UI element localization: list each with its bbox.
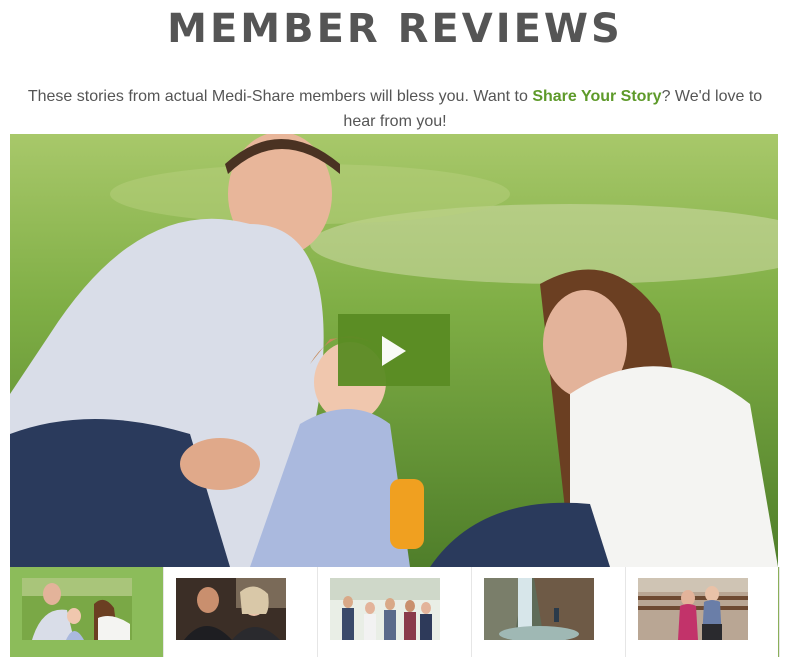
intro-text: These stories from actual Medi-Share mem… <box>20 84 770 134</box>
thumbnail-4[interactable] <box>472 567 626 657</box>
video-player[interactable] <box>10 134 778 567</box>
thumbnail-3[interactable] <box>318 567 472 657</box>
thumbnail-4-image <box>484 578 594 640</box>
video-thumbnail-strip <box>10 567 780 657</box>
play-button[interactable] <box>338 314 450 386</box>
thumbnail-1[interactable] <box>10 567 164 657</box>
thumbnail-2-image <box>176 578 286 640</box>
intro-text-before: These stories from actual Medi-Share mem… <box>27 88 533 105</box>
thumbnail-2[interactable] <box>164 567 318 657</box>
play-icon <box>382 336 406 366</box>
thumbnail-3-image <box>330 578 440 640</box>
thumbnail-5[interactable] <box>626 567 780 657</box>
thumbnail-1-image <box>22 578 132 640</box>
page-title: MEMBER REVIEWS <box>167 6 623 52</box>
share-your-story-link[interactable]: Share Your Story <box>532 88 661 105</box>
thumbnail-5-image <box>638 578 748 640</box>
